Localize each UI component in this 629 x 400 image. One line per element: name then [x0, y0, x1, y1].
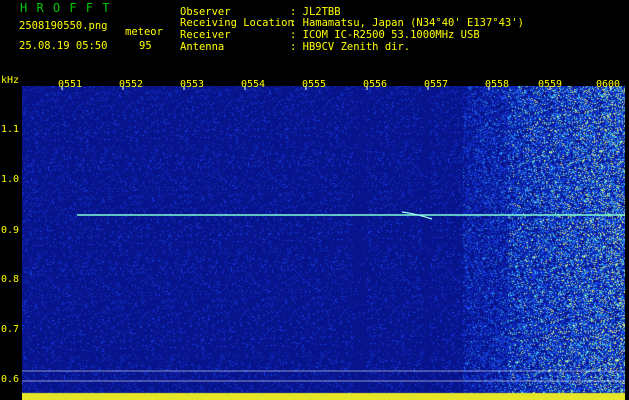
location-label: Receiving Location — [180, 17, 294, 29]
antenna-label: Antenna — [180, 41, 225, 53]
axis-unit-label: kHz — [1, 75, 20, 86]
y-tick-label: 0.9 — [1, 225, 20, 236]
y-tick-label: 1.1 — [1, 124, 20, 135]
minute-tick-marks — [61, 86, 612, 90]
time-tick-label: 0559 — [538, 79, 563, 90]
spectrogram-plot — [22, 86, 625, 400]
receiver-label: Receiver — [180, 29, 231, 41]
time-tick-label: 0556 — [363, 79, 388, 90]
time-tick-label: 0600 — [596, 79, 621, 90]
header-panel: H R O F F T 2508190550.png 25.08.19 05:5… — [0, 0, 629, 76]
mode-value: 95 — [139, 40, 152, 52]
plot-overlay — [22, 86, 625, 382]
spectrogram-area: kHz 1.1 1.0 0.9 0.8 0.7 0.6 0551 0552 05… — [0, 75, 629, 400]
antenna-value: : HB9CV Zenith dir. — [290, 41, 411, 53]
program-title: H R O F F T — [20, 1, 111, 15]
receiver-value: : ICOM IC-R2500 53.1000MHz USB — [290, 29, 480, 41]
time-tick-label: 0557 — [424, 79, 449, 90]
datetime-label: 25.08.19 05:50 — [19, 40, 108, 52]
time-tick-label: 0555 — [302, 79, 327, 90]
time-tick-label: 0553 — [180, 79, 205, 90]
y-tick-label: 0.7 — [1, 324, 20, 335]
filename-label: 2508190550.png — [19, 20, 108, 32]
frequency-axis: kHz 1.1 1.0 0.9 0.8 0.7 0.6 — [0, 75, 22, 400]
time-tick-label: 0558 — [485, 79, 510, 90]
y-tick-label: 0.8 — [1, 274, 20, 285]
time-tick-label: 0552 — [119, 79, 144, 90]
mode-label: meteor — [125, 26, 163, 38]
location-value: : Hamamatsu, Japan (N34°40' E137°43') — [290, 17, 524, 29]
y-tick-label: 0.6 — [1, 374, 20, 385]
time-tick-label: 0551 — [58, 79, 83, 90]
time-tick-label: 0554 — [241, 79, 266, 90]
y-tick-label: 1.0 — [1, 174, 20, 185]
